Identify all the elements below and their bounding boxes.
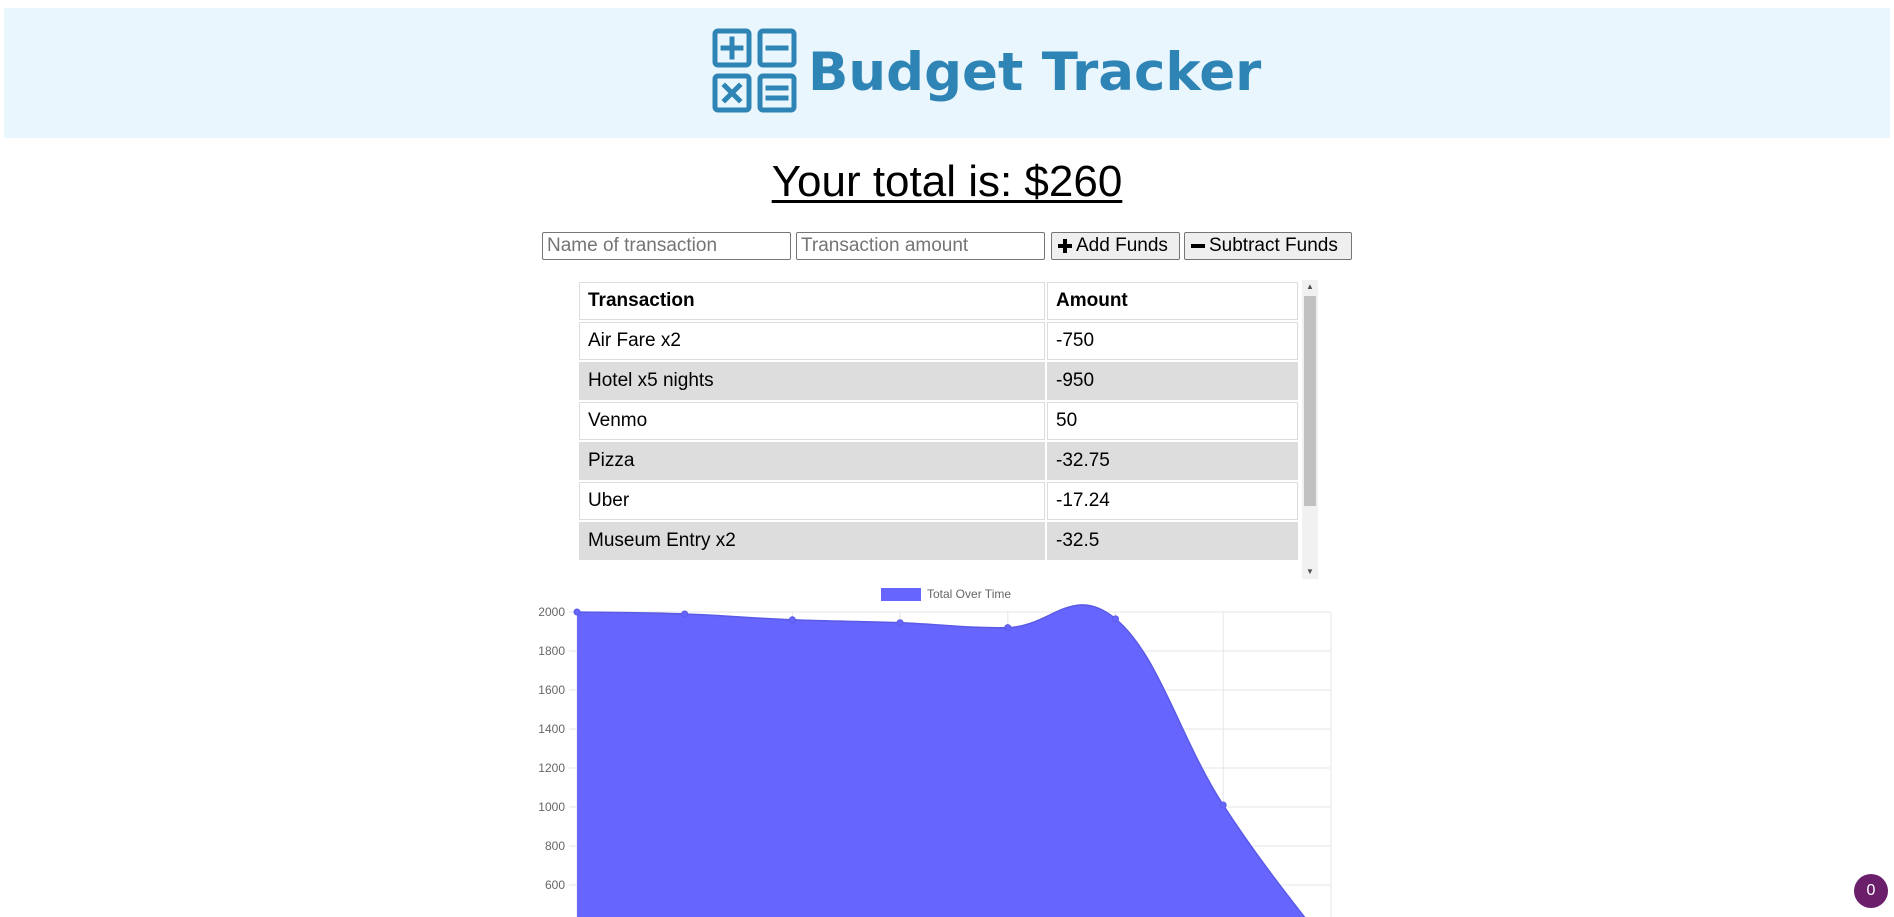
- chart-svg: 200018001600140012001000800600400: [538, 604, 1332, 917]
- subtract-funds-label: Subtract Funds: [1209, 235, 1338, 256]
- data-point: [573, 608, 581, 616]
- y-tick-label: 1400: [538, 722, 565, 736]
- brand-title: Budget Tracker: [808, 42, 1262, 103]
- plus-icon: [1058, 239, 1072, 253]
- transaction-name-cell: Air Fare x2: [579, 322, 1045, 360]
- table-scrollbar[interactable]: ▲ ▼: [1302, 280, 1318, 579]
- data-point: [1219, 801, 1227, 809]
- minus-icon: [1191, 244, 1205, 248]
- add-funds-button[interactable]: Add Funds: [1051, 232, 1180, 260]
- scroll-down-arrow-icon[interactable]: ▼: [1302, 565, 1318, 579]
- transaction-name-cell: Museum Entry x2: [579, 522, 1045, 560]
- transaction-name-cell: Hotel x5 nights: [579, 362, 1045, 400]
- y-tick-label: 800: [545, 839, 565, 853]
- transaction-amount-cell: 50: [1047, 402, 1298, 440]
- y-tick-label: 2000: [538, 605, 565, 619]
- transaction-amount-cell: -17.24: [1047, 482, 1298, 520]
- y-tick-label: 600: [545, 878, 565, 892]
- data-point: [681, 610, 689, 618]
- total-label: Your total is: $260: [771, 157, 1123, 206]
- data-point: [788, 616, 796, 624]
- transaction-amount-cell: -950: [1047, 362, 1298, 400]
- data-point: [896, 619, 904, 627]
- transaction-amount-cell: -750: [1047, 322, 1298, 360]
- transaction-amount-cell: -32.75: [1047, 442, 1298, 480]
- data-point: [1004, 624, 1012, 632]
- table-row: Uber -17.24: [579, 482, 1298, 520]
- table-row: Air Fare x2 -750: [579, 322, 1298, 360]
- calculator-icon: [712, 28, 797, 113]
- transaction-amount-cell: -32.5: [1047, 522, 1298, 560]
- total-over-time-chart: 200018001600140012001000800600400: [520, 582, 1340, 917]
- add-funds-label: Add Funds: [1076, 235, 1168, 256]
- transactions-table-container[interactable]: Transaction Amount Air Fare x2 -750 Hote…: [577, 280, 1318, 579]
- transaction-name-cell: Uber: [579, 482, 1045, 520]
- table-row: Hotel x5 nights -950: [579, 362, 1298, 400]
- y-tick-label: 1600: [538, 683, 565, 697]
- table-row: Venmo 50: [579, 402, 1298, 440]
- transaction-name-cell: Venmo: [579, 402, 1045, 440]
- subtract-funds-button[interactable]: Subtract Funds: [1184, 232, 1352, 260]
- table-row: Pizza -32.75: [579, 442, 1298, 480]
- total-display: Your total is: $260: [0, 154, 1894, 210]
- y-tick-label: 1000: [538, 800, 565, 814]
- column-header-transaction: Transaction: [579, 282, 1045, 320]
- transaction-amount-input[interactable]: [796, 232, 1045, 260]
- table-header-row: Transaction Amount: [579, 282, 1298, 320]
- column-header-amount: Amount: [1047, 282, 1298, 320]
- transaction-name-cell: Pizza: [579, 442, 1045, 480]
- scroll-up-arrow-icon[interactable]: ▲: [1302, 280, 1318, 294]
- transactions-table: Transaction Amount Air Fare x2 -750 Hote…: [577, 280, 1300, 562]
- transaction-name-input[interactable]: [542, 232, 791, 260]
- notification-badge[interactable]: 0: [1854, 874, 1888, 908]
- y-tick-label: 1200: [538, 761, 565, 775]
- data-point: [1112, 615, 1119, 623]
- table-row: Museum Entry x2 -32.5: [579, 522, 1298, 560]
- series-area: [577, 604, 1305, 917]
- scrollbar-thumb[interactable]: [1304, 296, 1316, 506]
- y-tick-label: 1800: [538, 644, 565, 658]
